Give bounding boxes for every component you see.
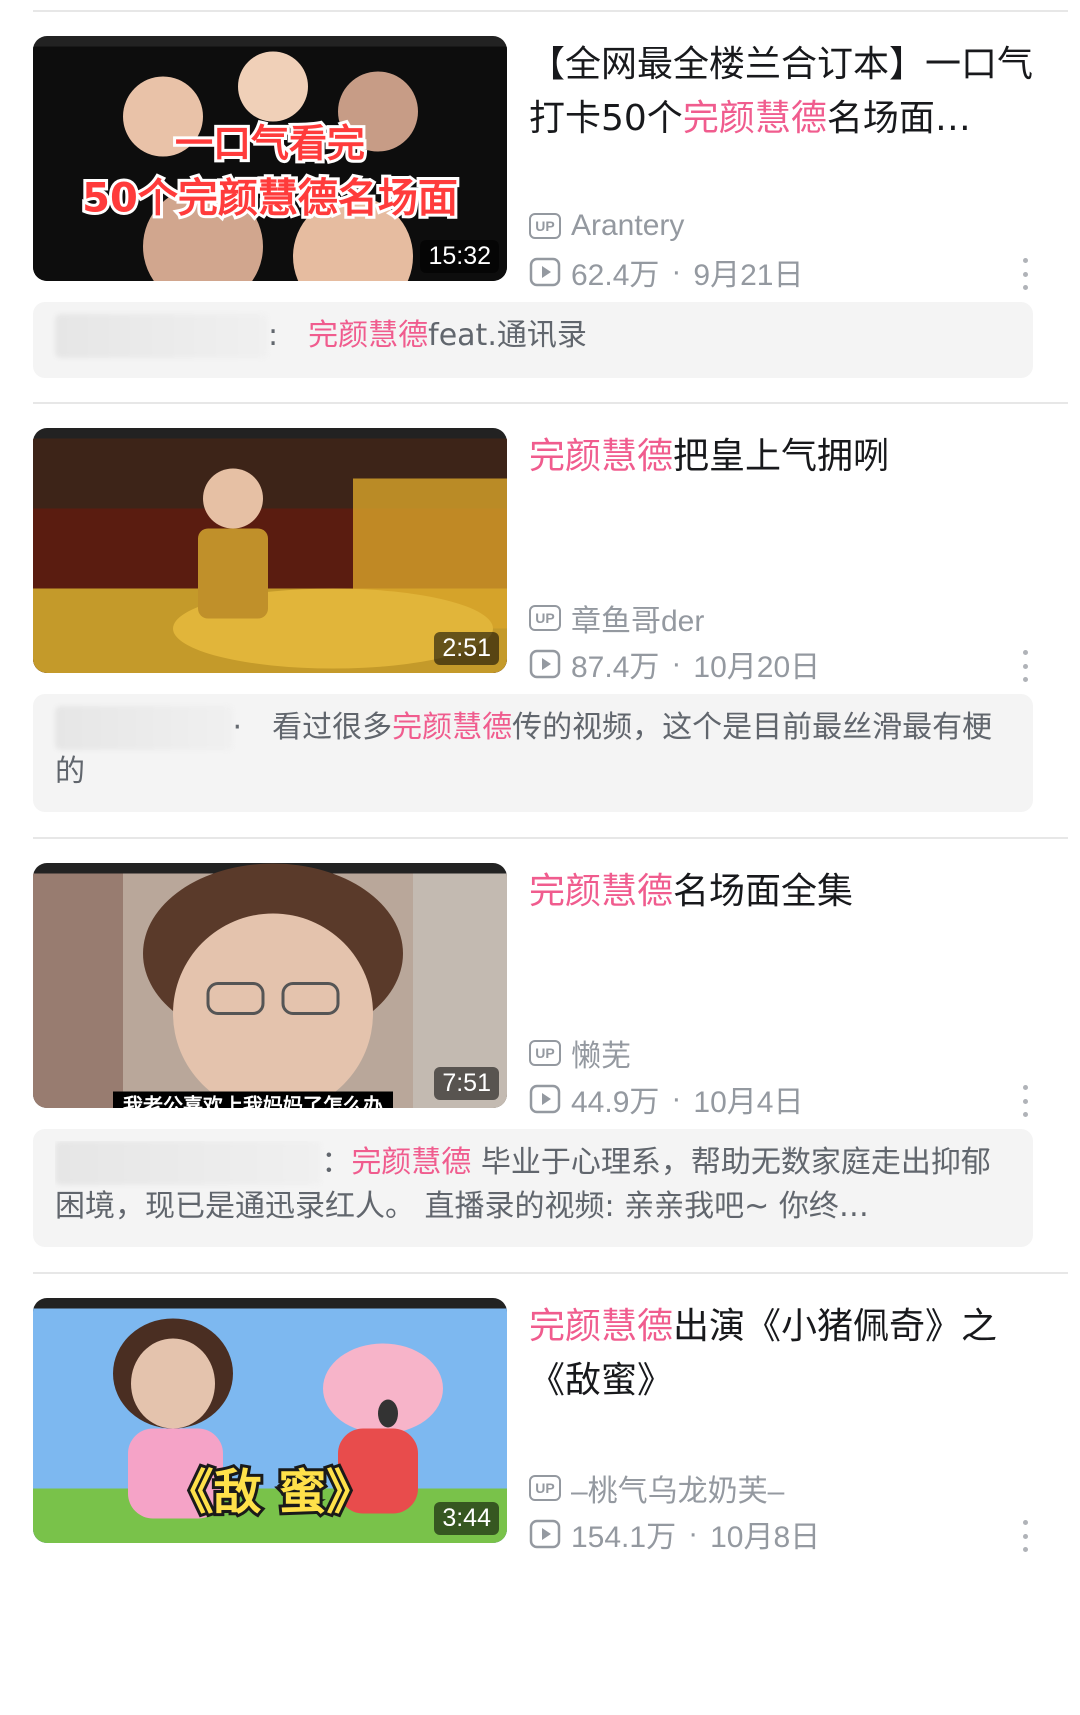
top-comment[interactable]: xxxxxxxxxx· 看过很多完颜慧德传的视频，这个是目前最丝滑最有梗的 <box>33 694 1033 812</box>
video-card[interactable]: 《敌 蜜》 3:44 完颜慧德出演《小猪佩奇》之《敌蜜》 UP –桃气乌龙奶芙– … <box>33 1298 1068 1554</box>
up-icon: UP <box>529 213 561 239</box>
view-count: 62.4万 <box>571 259 660 292</box>
publish-date: 10月20日 <box>693 651 821 684</box>
video-thumbnail[interactable]: 《敌 蜜》 3:44 <box>33 1298 507 1543</box>
play-icon <box>529 1084 561 1114</box>
video-thumbnail[interactable]: 2:51 <box>33 428 507 673</box>
view-count: 87.4万 <box>571 651 660 684</box>
more-icon[interactable] <box>1015 1081 1035 1121</box>
uploader-name: 章鱼哥der <box>571 605 705 638</box>
thumb-caption: 《敌 蜜》 <box>166 1465 375 1521</box>
comment-author-blurred: xxxxxxxxxxxx <box>55 314 269 358</box>
more-icon[interactable] <box>1015 1516 1035 1556</box>
video-card[interactable]: 2:51 完颜慧德把皇上气拥咧 UP 章鱼哥der 87.4万 · 10月20日 <box>33 428 1068 684</box>
uploader-row[interactable]: UP Arantery <box>529 206 684 246</box>
duration-badge: 15:32 <box>420 240 499 273</box>
up-icon: UP <box>529 1040 561 1066</box>
thumb-caption: 我老公喜欢上我妈妈了怎么办 <box>123 1094 383 1109</box>
search-highlight: 完颜慧德 <box>529 436 674 477</box>
video-title[interactable]: 完颜慧德把皇上气拥咧 <box>529 430 1049 484</box>
play-icon <box>529 1519 561 1549</box>
stats-row: 62.4万 · 9月21日 <box>529 252 803 292</box>
more-icon[interactable] <box>1015 254 1035 294</box>
search-highlight: 完颜慧德 <box>529 1306 674 1347</box>
top-comment[interactable]: xxxxxxxxxxxxxxx：完颜慧德 毕业于心理系，帮助无数家庭走出抑郁困境… <box>33 1129 1033 1247</box>
search-highlight: 完颜慧德 <box>529 871 674 912</box>
video-thumbnail[interactable]: 我老公喜欢上我妈妈了怎么办 7:51 <box>33 863 507 1108</box>
uploader-row[interactable]: UP 懒芜 <box>529 1033 631 1073</box>
uploader-row[interactable]: UP –桃气乌龙奶芙– <box>529 1468 784 1508</box>
video-card[interactable]: 我老公喜欢上我妈妈了怎么办 7:51 完颜慧德名场面全集 UP 懒芜 44.9万 ·… <box>33 863 1068 1119</box>
publish-date: 10月4日 <box>693 1086 804 1119</box>
thumb-caption-1: 一口气看完 <box>175 122 365 166</box>
thumb-caption-2: 50个完颜慧德名场面 <box>82 176 458 222</box>
stats-row: 44.9万 · 10月4日 <box>529 1079 803 1119</box>
top-comment[interactable]: xxxxxxxxxxxx: 完颜慧德feat.通讯录 <box>33 302 1033 378</box>
more-icon[interactable] <box>1015 646 1035 686</box>
up-icon: UP <box>529 605 561 631</box>
stats-row: 154.1万 · 10月8日 <box>529 1514 820 1554</box>
duration-badge: 2:51 <box>434 632 499 665</box>
view-count: 44.9万 <box>571 1086 660 1119</box>
view-count: 154.1万 <box>571 1521 677 1554</box>
video-title[interactable]: 【全网最全楼兰合订本】一口气打卡50个完颜慧德名场面… <box>529 38 1049 146</box>
video-card[interactable]: 一口气看完 50个完颜慧德名场面 15:32 【全网最全楼兰合订本】一口气打卡5… <box>33 36 1068 292</box>
comment-author-blurred: xxxxxxxxxxxxxxx <box>55 1141 322 1185</box>
up-icon: UP <box>529 1475 561 1501</box>
video-title[interactable]: 完颜慧德名场面全集 <box>529 865 1049 919</box>
uploader-name: Arantery <box>571 209 685 242</box>
comment-author-blurred: xxxxxxxxxx <box>55 706 233 750</box>
stats-row: 87.4万 · 10月20日 <box>529 644 820 684</box>
divider <box>33 837 1068 839</box>
duration-badge: 7:51 <box>434 1067 499 1100</box>
uploader-name: –桃气乌龙奶芙– <box>571 1475 785 1508</box>
play-icon <box>529 649 561 679</box>
publish-date: 10月8日 <box>710 1521 821 1554</box>
divider <box>33 1272 1068 1274</box>
video-title[interactable]: 完颜慧德出演《小猪佩奇》之《敌蜜》 <box>529 1300 1049 1408</box>
video-thumbnail[interactable]: 一口气看完 50个完颜慧德名场面 15:32 <box>33 36 507 281</box>
duration-badge: 3:44 <box>434 1502 499 1535</box>
publish-date: 9月21日 <box>693 259 804 292</box>
uploader-name: 懒芜 <box>571 1040 631 1073</box>
search-highlight: 完颜慧德 <box>682 98 827 139</box>
top-divider <box>33 10 1068 12</box>
play-icon <box>529 257 561 287</box>
divider <box>33 402 1068 404</box>
uploader-row[interactable]: UP 章鱼哥der <box>529 598 704 638</box>
